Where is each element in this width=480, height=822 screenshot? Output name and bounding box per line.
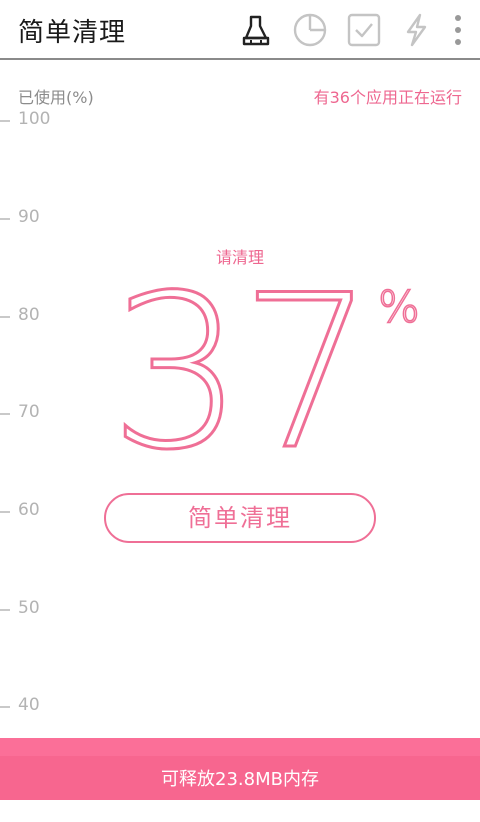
scale-tick bbox=[0, 120, 10, 122]
running-apps-text: 有36个应用正在运行 bbox=[313, 88, 462, 107]
scale-label-50: 50 bbox=[18, 598, 40, 618]
broom-icon[interactable] bbox=[238, 12, 274, 48]
scale-tick bbox=[0, 511, 10, 513]
percent-sign: % bbox=[377, 281, 420, 334]
scale-tick bbox=[0, 609, 10, 611]
usage-axis-label: 已使用(%) bbox=[18, 88, 94, 107]
scale-label-60: 60 bbox=[18, 500, 40, 520]
footer-highlight-strip bbox=[0, 738, 480, 756]
simple-clean-button[interactable]: 简单清理 bbox=[104, 493, 376, 543]
app-title: 简单清理 bbox=[18, 18, 127, 48]
scale-tick bbox=[0, 218, 10, 220]
scale-label-100: 100 bbox=[18, 109, 51, 129]
scale-tick bbox=[0, 706, 10, 708]
more-vertical-icon[interactable] bbox=[446, 12, 470, 48]
top-bar: 简单清理 bbox=[0, 0, 480, 60]
scale-label-90: 90 bbox=[18, 207, 40, 227]
free-memory-text: 可释放23.8MB内存 bbox=[161, 769, 319, 790]
pie-chart-icon[interactable] bbox=[292, 12, 328, 48]
checkbox-icon[interactable] bbox=[346, 12, 382, 48]
usage-percent-value: 37 bbox=[108, 249, 377, 496]
scale-label-40: 40 bbox=[18, 695, 40, 715]
lightning-icon[interactable] bbox=[398, 12, 434, 48]
